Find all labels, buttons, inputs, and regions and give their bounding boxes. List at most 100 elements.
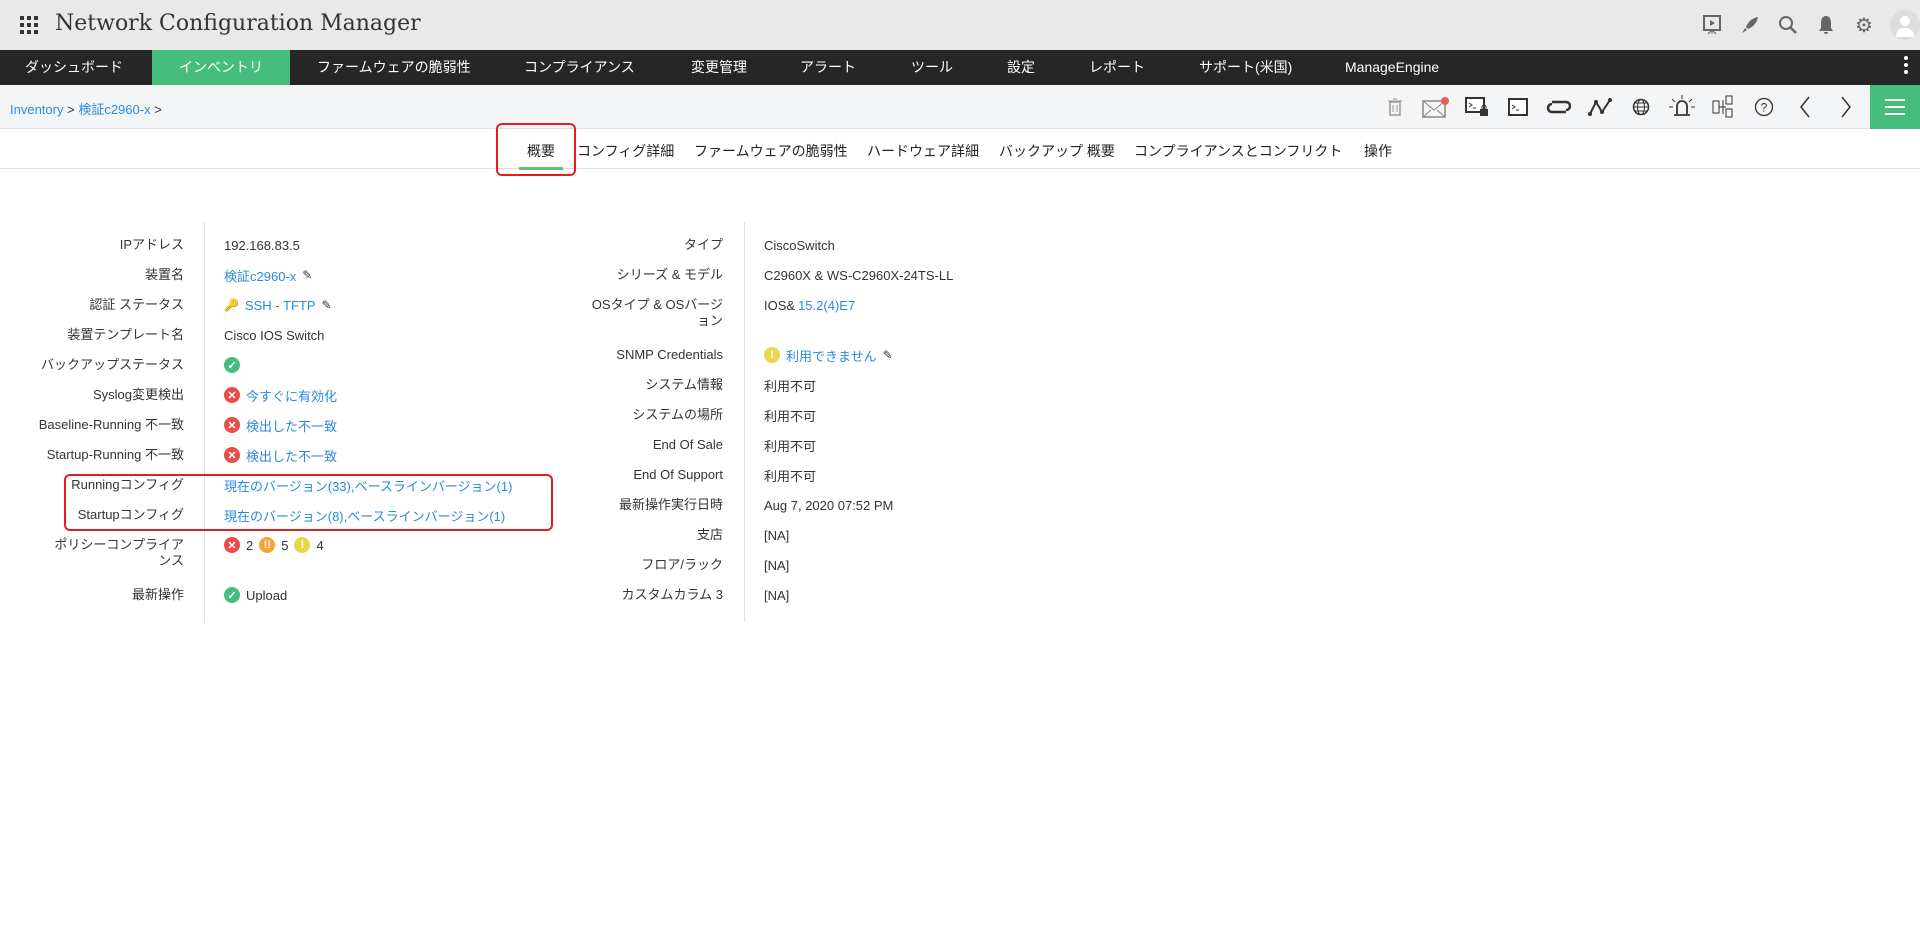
gear-icon[interactable]: ⚙ <box>1852 13 1876 37</box>
field-value-text[interactable]: 検出した不一致 <box>246 446 337 465</box>
field-value-text: 利用不可 <box>764 468 817 484</box>
error-circle-icon: ✕ <box>224 447 240 463</box>
menu-icon[interactable] <box>1870 85 1920 129</box>
field-value-text: [NA] <box>764 557 790 573</box>
mail-icon[interactable] <box>1422 95 1450 119</box>
field-value-text: IOS& <box>764 297 796 313</box>
key-icon: 🔑 <box>224 298 239 312</box>
breadcrumb-separator: > <box>67 102 75 117</box>
field-label: システムの場所 <box>632 407 723 422</box>
nav-manageengine[interactable]: ManageEngine <box>1345 50 1439 85</box>
field-label: バックアップステータス <box>40 357 184 372</box>
major-warning-icon: !! <box>259 537 276 553</box>
field-value-text[interactable]: 今すぐに有効化 <box>246 386 337 405</box>
error-count: 2 <box>246 537 254 553</box>
field-label: ポリシーコンプライアンス <box>54 537 184 568</box>
tab-backup-summary[interactable]: バックアップ 概要 <box>999 141 1115 161</box>
edit-icon[interactable]: ✎ <box>302 268 312 282</box>
check-circle-icon: ✓ <box>224 357 240 373</box>
field-value: Aug 7, 2020 07:52 PM <box>764 496 893 514</box>
trash-icon[interactable] <box>1381 95 1409 119</box>
tab-compliance-conflicts[interactable]: コンプライアンスとコンフリクト <box>1134 141 1342 161</box>
nav-reports[interactable]: レポート <box>1089 50 1145 85</box>
topology-icon[interactable] <box>1586 95 1614 119</box>
alarm-icon[interactable] <box>1668 95 1696 119</box>
breadcrumb-inventory[interactable]: Inventory <box>10 102 63 117</box>
check-circle-icon: ✓ <box>224 587 240 603</box>
field-value-text: 利用不可 <box>764 378 817 394</box>
field-label: 装置テンプレート名 <box>67 327 184 342</box>
field-value-text[interactable]: 利用できません <box>786 346 877 365</box>
breadcrumb-device[interactable]: 検証c2960-x <box>78 102 150 117</box>
field-value-text: Cisco IOS Switch <box>224 327 325 343</box>
field-label: タイプ <box>683 237 723 252</box>
field-value: 利用不可 <box>764 466 816 484</box>
field-label: End Of Sale <box>652 437 723 452</box>
edit-icon[interactable]: ✎ <box>883 348 893 362</box>
terminal-icon[interactable] <box>1504 95 1532 119</box>
os-version-link[interactable]: 15.2(4)E7 <box>798 298 855 313</box>
field-value-text: 192.168.83.5 <box>224 237 300 253</box>
user-avatar-icon[interactable] <box>1890 10 1920 40</box>
field-value-text: CiscoSwitch <box>764 237 835 253</box>
field-label: カスタムカラム 3 <box>621 587 723 602</box>
field-label: IPアドレス <box>119 237 184 252</box>
edit-icon[interactable]: ✎ <box>322 298 332 312</box>
nav-tools[interactable]: ツール <box>911 50 953 85</box>
breadcrumb-bar: Inventory > 検証c2960-x > ? <box>0 85 1920 129</box>
field-value-text: Upload <box>246 587 288 603</box>
field-label: フロア/ラック <box>641 557 723 572</box>
config-compare-icon[interactable] <box>1709 95 1737 119</box>
field-value: ✕ 今すぐに有効化 <box>224 386 337 404</box>
nav-change-management[interactable]: 変更管理 <box>691 50 747 85</box>
field-label: 支店 <box>696 527 723 542</box>
search-icon[interactable] <box>1776 13 1800 37</box>
tab-hardware-details[interactable]: ハードウェア詳細 <box>867 141 979 161</box>
help-icon[interactable]: ? <box>1750 95 1778 119</box>
sync-icon[interactable] <box>1545 95 1573 119</box>
field-value-text: 利用不可 <box>764 438 817 454</box>
field-value: [NA] <box>764 586 789 604</box>
field-value-text[interactable]: SSH - TFTP <box>245 298 316 313</box>
field-label: 最新操作 <box>131 587 184 602</box>
presentation-icon[interactable] <box>1700 13 1724 37</box>
svg-text:?: ? <box>1761 101 1768 115</box>
tab-firmware-vulnerability[interactable]: ファームウェアの脆弱性 <box>694 141 848 161</box>
field-value-text: Aug 7, 2020 07:52 PM <box>764 497 894 513</box>
field-value: ✓ Upload <box>224 586 287 604</box>
nav-support[interactable]: サポート(米国) <box>1199 50 1292 85</box>
prev-icon[interactable] <box>1791 95 1819 119</box>
field-value: Cisco IOS Switch <box>224 326 324 344</box>
field-value-text[interactable]: 検証c2960-x <box>224 266 296 285</box>
app-grid-icon[interactable] <box>20 16 38 34</box>
column-divider <box>204 222 205 622</box>
tab-config-details[interactable]: コンフィグ詳細 <box>577 141 674 161</box>
more-menu-icon[interactable] <box>1904 56 1908 77</box>
field-value: CiscoSwitch <box>764 236 835 254</box>
field-value-text: C2960X & WS-C2960X-24TS-LL <box>764 267 954 283</box>
warning-count: 4 <box>316 537 324 553</box>
error-circle-icon: ✕ <box>224 387 240 403</box>
rocket-icon[interactable] <box>1738 13 1762 37</box>
bell-icon[interactable] <box>1814 13 1838 37</box>
app-title: Network Configuration Manager <box>55 11 421 36</box>
nav-inventory[interactable]: インベントリ <box>152 50 290 85</box>
field-label: OSタイプ & OSバージョン <box>591 297 723 328</box>
field-value: ✕ 検出した不一致 <box>224 416 337 434</box>
field-label: シリーズ & モデル <box>616 267 723 282</box>
nav-dashboard[interactable]: ダッシュボード <box>25 50 123 85</box>
field-value: ✓ <box>224 356 240 374</box>
field-label: SNMP Credentials <box>616 347 723 362</box>
warning-icon: ! <box>294 537 311 553</box>
highlight-box-config <box>64 474 553 531</box>
nav-compliance[interactable]: コンプライアンス <box>524 50 635 85</box>
tab-operations[interactable]: 操作 <box>1364 141 1392 161</box>
next-icon[interactable] <box>1832 95 1860 119</box>
field-value-text[interactable]: 検出した不一致 <box>246 416 337 435</box>
nav-firmware[interactable]: ファームウェアの脆弱性 <box>317 50 471 85</box>
error-circle-icon: ✕ <box>224 417 240 433</box>
terminal-lock-icon[interactable] <box>1463 95 1491 119</box>
globe-icon[interactable] <box>1627 95 1655 119</box>
nav-alerts[interactable]: アラート <box>800 50 856 85</box>
nav-settings[interactable]: 設定 <box>1007 50 1035 85</box>
